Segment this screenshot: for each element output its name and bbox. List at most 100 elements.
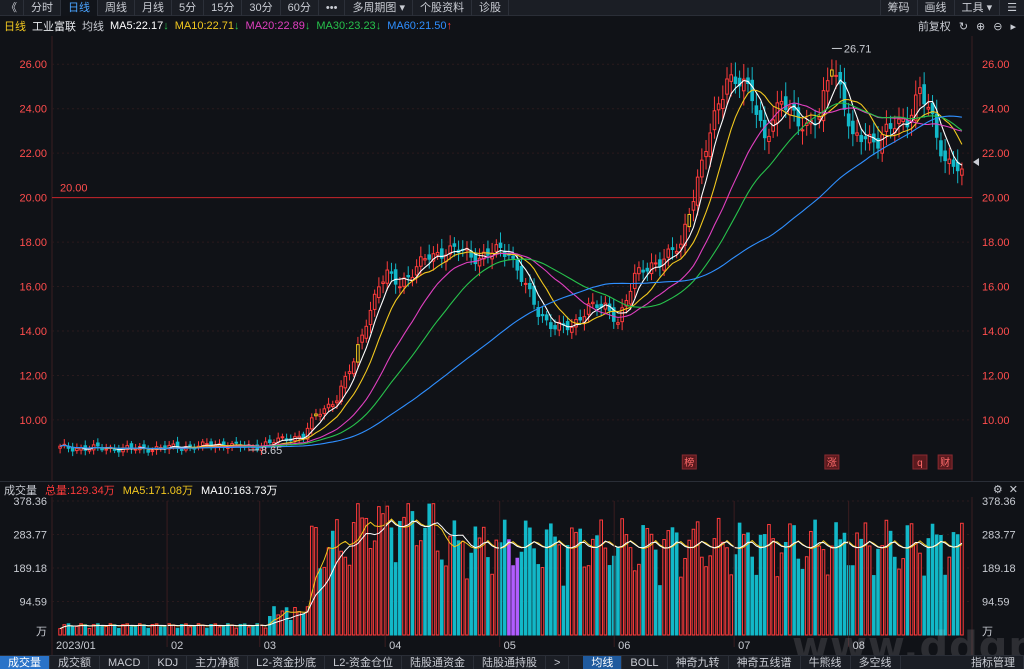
volume-bar [570,527,574,636]
candle-body [146,449,150,453]
volume-bar [779,552,784,636]
volume-bar [582,566,587,636]
volume-bar [322,566,327,636]
volume-bar [934,534,939,636]
tab-main-net[interactable]: 主力净额 [187,655,249,669]
tab-60min[interactable]: 60分 [281,0,319,16]
indicator-manager-button[interactable]: 指标管理 [963,655,1024,669]
volume-bar [960,522,964,636]
candle-body [104,448,109,451]
price-tick-left: 26.00 [19,59,47,71]
candle-body [364,325,369,339]
tab-15min[interactable]: 15分 [204,0,243,16]
month-label: 07 [738,640,750,652]
volume-bar [486,557,490,636]
play-icon[interactable]: ▸ [1010,20,1016,33]
candle-body [666,248,671,258]
volume-bar [83,624,88,636]
volume-bar [414,545,419,636]
more-periods-button[interactable]: ••• [319,0,346,16]
tab-daily[interactable]: 日线 [61,0,98,16]
settings-icon[interactable]: ⚙ [993,483,1003,496]
volume-bar [767,524,771,636]
volume-bar [494,539,499,636]
tab-hk-connect-holdings[interactable]: 陆股通持股 [474,655,546,669]
volume-bar [700,556,704,636]
candle-body [851,120,855,135]
volume-bar [507,539,511,636]
ma-label[interactable]: 均线 [82,18,104,34]
volume-bar [687,539,692,636]
candle-body [133,448,138,451]
tab-long-short[interactable]: 多空线 [851,655,901,669]
refresh-icon[interactable]: ↻ [959,20,968,33]
candle-body [322,408,327,414]
menu-icon[interactable]: ☰ [999,0,1024,16]
price-tick-left: 24.00 [19,104,47,116]
candle-body [590,301,595,305]
volume-bar [158,626,163,636]
candle-body [733,76,738,85]
diagnose-button[interactable]: 诊股 [472,0,510,16]
candle-body [687,213,692,228]
volume-ma5: MA5:171.08万 [122,484,194,497]
tab-5min[interactable]: 5分 [172,0,205,16]
volume-bar [192,625,197,636]
tab-magic-nine[interactable]: 神奇九转 [668,655,729,669]
tab-monthly[interactable]: 月线 [135,0,172,16]
candle-body [863,136,868,140]
tabs-scroll-button[interactable]: > [546,655,570,669]
tab-30min[interactable]: 30分 [242,0,281,16]
candle-body [309,417,314,430]
tab-hk-connect-funds[interactable]: 陆股通资金 [402,655,474,669]
volume-bar [926,538,931,636]
price-tick-left: 18.00 [19,237,47,249]
tab-kdj[interactable]: KDJ [149,655,188,669]
candle-body [800,129,805,132]
candle-body [519,265,524,282]
candle-body [658,259,662,267]
candle-body [641,269,645,273]
candle-body [406,275,411,278]
tab-bull-bear[interactable]: 牛熊线 [801,655,851,669]
adjust-mode-button[interactable]: 前复权 [918,18,951,34]
multi-period-dropdown[interactable]: 多周期图 ▾ [345,0,414,16]
tab-weekly[interactable]: 周线 [98,0,135,16]
tab-magic-five[interactable]: 神奇五线谱 [729,655,801,669]
candle-body [351,361,356,375]
tab-macd[interactable]: MACD [100,655,150,669]
tab-ma[interactable]: 均线 [583,655,623,669]
tab-turnover[interactable]: 成交额 [50,655,100,669]
candle-body [846,113,851,127]
zoom-in-icon[interactable]: ⊕ [976,20,985,33]
zoom-out-icon[interactable]: ⊖ [993,20,1002,33]
collapse-left-button[interactable]: 《 [0,0,24,16]
tools-dropdown[interactable]: 工具 ▾ [953,0,1000,16]
candle-body [859,134,864,143]
candle-body [712,110,717,131]
volume-bar [590,538,595,636]
volume-bar [951,532,956,636]
stock-profile-button[interactable]: 个股资料 [413,0,473,16]
tab-volume[interactable]: 成交量 [0,655,50,669]
candle-body [419,256,423,267]
candlestick-chart[interactable]: 26.00 26.00 24.00 24.00 22.00 22.00 20.00 20.00… [0,36,1024,481]
close-icon[interactable]: ✕ [1009,483,1018,496]
draw-line-button[interactable]: 画线 [916,0,954,16]
candle-body [544,314,549,321]
volume-bar [775,576,780,636]
tab-intraday[interactable]: 分时 [24,0,61,16]
ma10-value: MA10:22.71↓ [174,20,240,32]
volume-tick-right: 189.18 [982,563,1016,575]
candle-body [268,439,272,444]
volume-bar [381,513,385,636]
candle-body [553,325,557,330]
volume-bar [691,528,696,636]
volume-bar [58,628,62,636]
tab-l2-position[interactable]: L2-资金仓位 [325,655,402,669]
chips-button[interactable]: 筹码 [879,0,917,16]
candle-body [179,448,184,451]
candle-body [960,168,964,176]
tab-boll[interactable]: BOLL [622,655,668,669]
tab-l2-bottom[interactable]: L2-资金抄底 [248,655,326,669]
